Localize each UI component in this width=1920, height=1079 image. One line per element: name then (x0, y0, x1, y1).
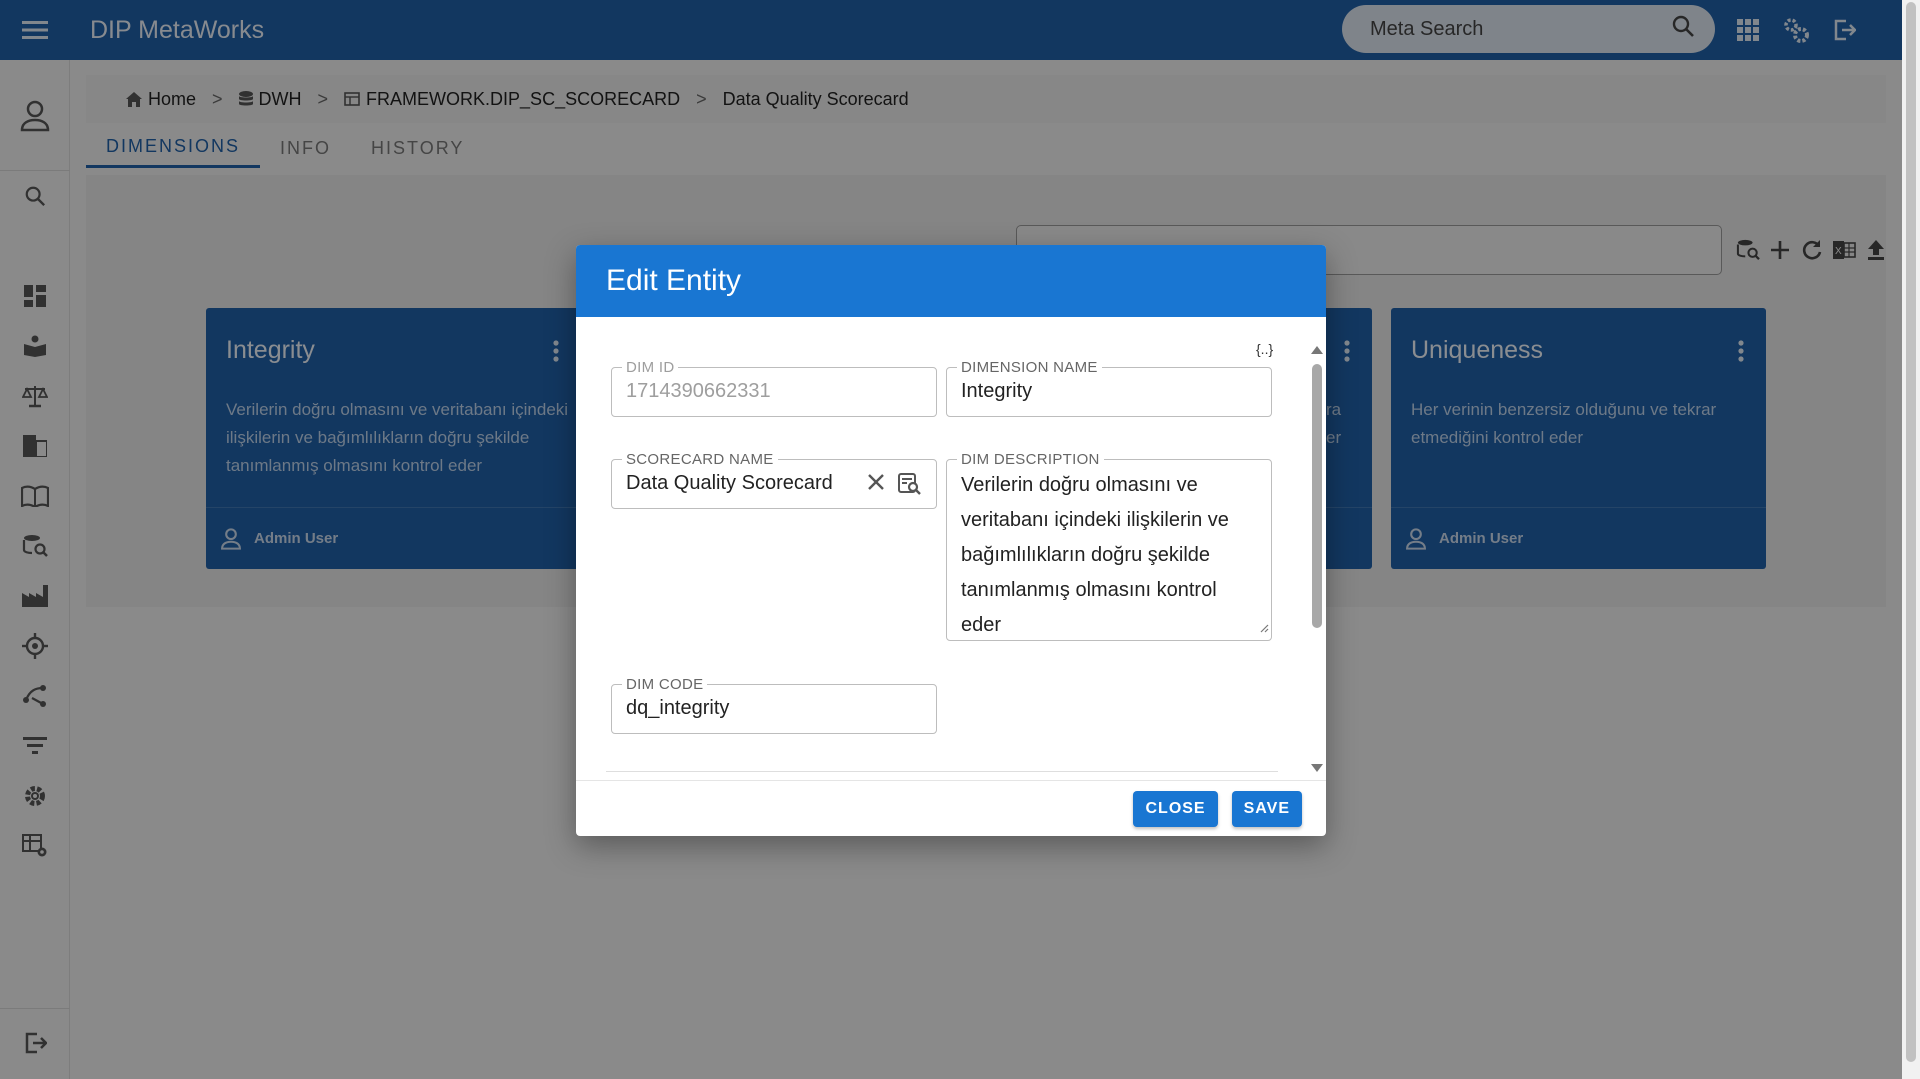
dimension-name-field[interactable]: DIMENSION NAME Integrity (946, 359, 1272, 417)
dim-code-value: dq_integrity (626, 697, 730, 719)
dialog-footer: CLOSE SAVE (576, 780, 1326, 836)
dialog-scrollbar[interactable] (1309, 346, 1325, 776)
dialog-header: Edit Entity (576, 245, 1326, 317)
close-button[interactable]: CLOSE (1133, 790, 1218, 827)
dim-id-field: DIM ID 1714390662331 (611, 359, 937, 417)
dimension-name-label: DIMENSION NAME (957, 359, 1102, 376)
dim-description-value: Verilerin doğru olmasını ve veritabanı i… (961, 474, 1229, 636)
scorecard-name-field[interactable]: SCORECARD NAME Data Quality Scorecard (611, 451, 937, 509)
dialog-content-divider (606, 771, 1278, 772)
lookup-search-icon[interactable] (898, 472, 922, 501)
dim-id-label: DIM ID (622, 359, 679, 376)
dim-description-label: DIM DESCRIPTION (957, 451, 1104, 468)
scorecard-name-label: SCORECARD NAME (622, 451, 778, 468)
scorecard-name-value: Data Quality Scorecard (626, 472, 833, 494)
dim-description-field[interactable]: DIM DESCRIPTION Verilerin doğru olmasını… (946, 451, 1272, 641)
dimension-name-value: Integrity (961, 380, 1033, 402)
save-button[interactable]: SAVE (1231, 790, 1302, 827)
dim-id-value: 1714390662331 (626, 380, 771, 402)
page-scrollbar[interactable] (1902, 0, 1920, 1079)
dialog-title: Edit Entity (606, 264, 742, 297)
resize-handle-icon[interactable] (1259, 620, 1269, 638)
dim-code-label: DIM CODE (622, 676, 708, 693)
clear-icon[interactable] (866, 472, 886, 501)
json-view-icon[interactable]: {..} (1256, 341, 1273, 357)
dim-code-field[interactable]: DIM CODE dq_integrity (611, 676, 937, 734)
